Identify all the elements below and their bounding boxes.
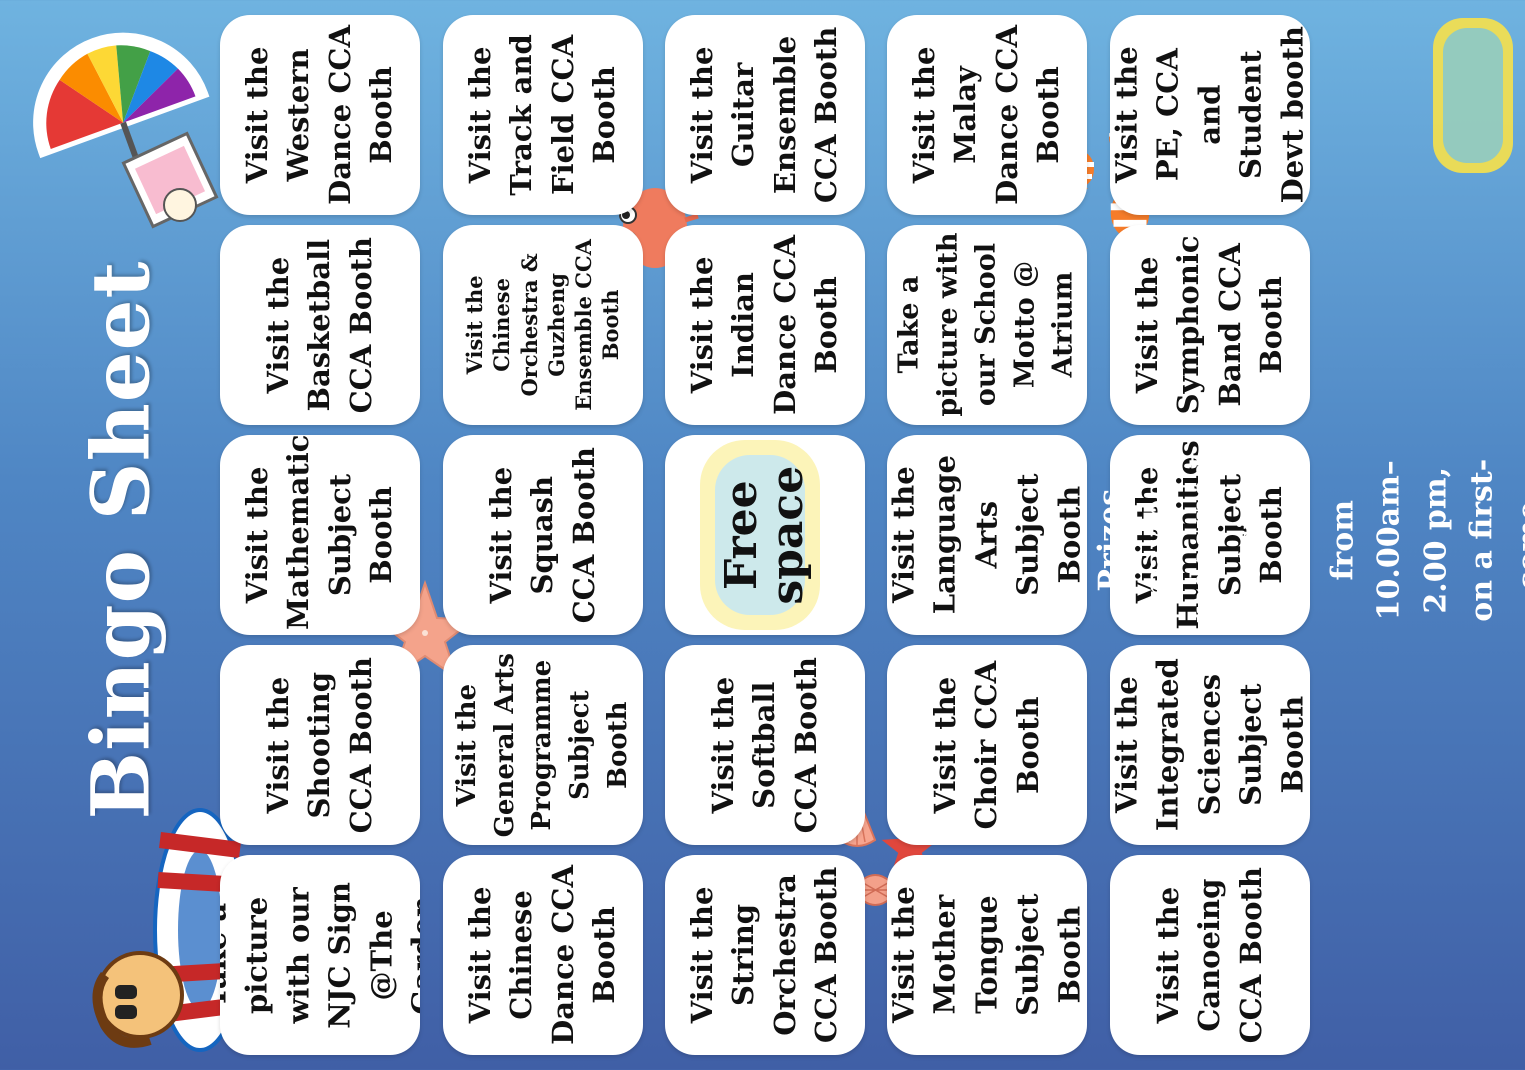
prize-note: Prizes may be redeemed outside the Hall … <box>1092 457 1525 623</box>
bingo-cell-text: Visit the Integrated Sciences Subject Bo… <box>1110 658 1310 832</box>
bingo-cell-r4-c0[interactable]: Take a picture with our NJC Sign @The Ga… <box>220 855 420 1055</box>
bingo-cell-r4-c2[interactable]: Visit the String Orchestra CCA Booth <box>665 855 865 1055</box>
beach-umbrella-icon <box>33 32 219 229</box>
bingo-cell-r0-c1[interactable]: Visit the Track and Field CCA Booth <box>443 15 643 215</box>
bingo-cell-r2-c1[interactable]: Visit the Squash CCA Booth <box>443 435 643 635</box>
bingo-cell-r3-c2[interactable]: Visit the Softball CCA Booth <box>665 645 865 845</box>
bingo-cell-text: Visit the Softball CCA Booth <box>705 656 823 834</box>
bingo-cell-text: Visit the Indian Dance CCA Booth <box>685 235 844 415</box>
bingo-cell-r1-c2[interactable]: Visit the Indian Dance CCA Booth <box>665 225 865 425</box>
bingo-cell-text: Visit the Malay Dance CCA Booth <box>907 25 1066 205</box>
bingo-cell-r0-c2[interactable]: Visit the Guitar Ensemble CCA Booth <box>665 15 865 215</box>
bingo-cell-text: Visit the General Arts Programme Subject… <box>451 652 633 838</box>
bingo-cell-text: Visit the Basketball CCA Booth <box>260 236 378 414</box>
bingo-cell-r2-c3[interactable]: Visit the Language Arts Subject Booth <box>887 435 1087 635</box>
bingo-cell-r3-c1[interactable]: Visit the General Arts Programme Subject… <box>443 645 643 845</box>
bingo-cell-r0-c0[interactable]: Visit the Western Dance CCA Booth <box>220 15 420 215</box>
bingo-cell-text: Visit the Guitar Ensemble CCA Booth <box>685 26 844 204</box>
bingo-cell-r0-c3[interactable]: Visit the Malay Dance CCA Booth <box>887 15 1087 215</box>
bingo-cell-text: Visit the Western Dance CCA Booth <box>240 25 399 205</box>
bingo-cell-text: Visit the Language Arts Subject Booth <box>887 455 1087 615</box>
bingo-cell-text: Visit the PE, CCA and Student Devt booth <box>1110 26 1310 204</box>
bingo-cell-text: Visit the Symphonic Band CCA Booth <box>1130 235 1289 415</box>
bingo-cell-r4-c1[interactable]: Visit the Chinese Dance CCA Booth <box>443 855 643 1055</box>
bingo-cell-text: Visit the Canoeing CCA Booth <box>1150 866 1268 1044</box>
bingo-cell-r0-c4[interactable]: Visit the PE, CCA and Student Devt booth <box>1110 15 1310 215</box>
bingo-cell-r3-c0[interactable]: Visit the Shooting CCA Booth <box>220 645 420 845</box>
bingo-cell-text: Visit the Chinese Dance CCA Booth <box>463 865 622 1045</box>
bingo-cell-r1-c3[interactable]: Take a picture with our School Motto @ A… <box>887 225 1087 425</box>
bingo-cell-text: Free space <box>715 465 813 605</box>
page-title-wrap: Bingo Sheet <box>20 260 220 819</box>
bingo-cell-text: Take a picture with our NJC Sign @The Ga… <box>220 881 420 1029</box>
page-title: Bingo Sheet <box>73 260 168 820</box>
bingo-cell-r4-c3[interactable]: Visit the Mother Tongue Subject Booth <box>887 855 1087 1055</box>
bingo-cell-r3-c4[interactable]: Visit the Integrated Sciences Subject Bo… <box>1110 645 1310 845</box>
bingo-cell-r2-c0[interactable]: Visit the Mathematics Subject Booth <box>220 435 420 635</box>
bingo-cell-free-space[interactable]: Free space <box>665 435 865 635</box>
bingo-cell-text: Visit the Choir CCA Booth <box>927 660 1045 830</box>
bingo-cell-text: Visit the Mother Tongue Subject Booth <box>887 886 1087 1024</box>
bingo-cell-r3-c3[interactable]: Visit the Choir CCA Booth <box>887 645 1087 845</box>
bingo-cell-text: Visit the Chinese Orchestra & Guzheng En… <box>462 239 624 411</box>
bingo-cell-r1-c4[interactable]: Visit the Symphonic Band CCA Booth <box>1110 225 1310 425</box>
bingo-cell-text: Visit the Track and Field CCA Booth <box>463 34 622 196</box>
bingo-cell-text: Visit the String Orchestra CCA Booth <box>685 866 844 1044</box>
bingo-cell-text: Visit the Shooting CCA Booth <box>260 656 378 834</box>
bingo-cell-text: Visit the Squash CCA Booth <box>483 446 601 624</box>
bingo-cell-r1-c1[interactable]: Visit the Chinese Orchestra & Guzheng En… <box>443 225 643 425</box>
bingo-cell-r4-c4[interactable]: Visit the Canoeing CCA Booth <box>1110 855 1310 1055</box>
bingo-cell-text: Take a picture with our School Motto @ A… <box>893 232 1079 418</box>
bingo-cell-text: Visit the Mathematics Subject Booth <box>240 435 399 630</box>
prize-note-wrap: Prizes may be redeemed outside the Hall … <box>1093 60 1525 1020</box>
bingo-cell-r1-c0[interactable]: Visit the Basketball CCA Booth <box>220 225 420 425</box>
